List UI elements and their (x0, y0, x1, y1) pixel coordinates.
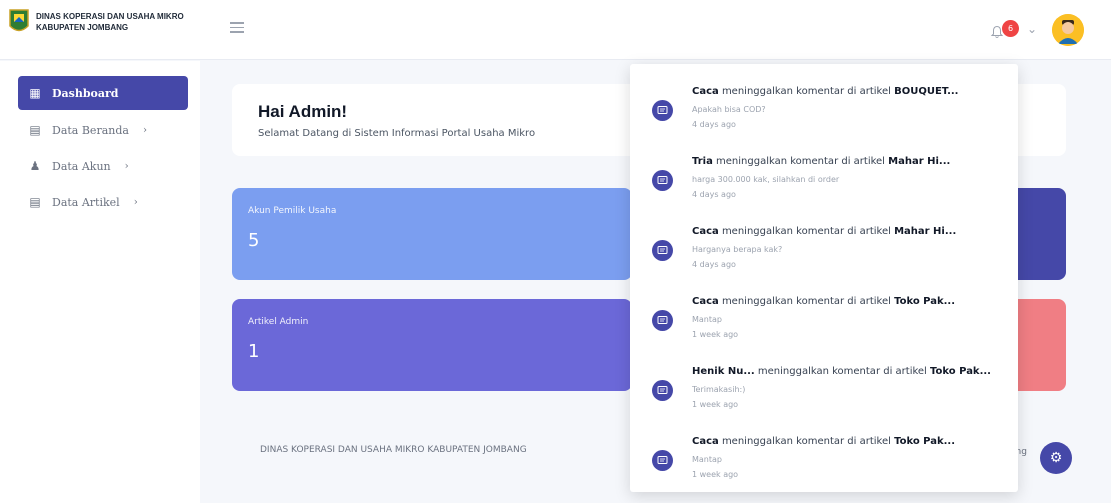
sidebar-item-data-beranda[interactable]: ▤ Data Beranda › (18, 113, 188, 147)
notification-article: Toko Pak... (930, 366, 991, 377)
sidebar-item-label: Data Artikel (52, 195, 120, 209)
sidebar-item-data-artikel[interactable]: ▤ Data Artikel › (18, 185, 188, 219)
notification-action: meninggalkan komentar di artikel (718, 226, 895, 237)
notification-action: meninggalkan komentar di artikel (718, 296, 895, 307)
sidebar-item-label: Data Beranda (52, 123, 129, 137)
welcome-subtitle: Selamat Datang di Sistem Informasi Porta… (258, 128, 536, 139)
notification-article: Mahar Hi... (894, 226, 957, 237)
notification-message: Harganya berapa kak? (692, 245, 783, 254)
comment-icon (652, 170, 673, 191)
chevron-right-icon: › (124, 160, 129, 172)
chevron-right-icon: › (142, 124, 147, 136)
notification-article: Mahar Hi... (888, 156, 951, 167)
comment-icon (652, 450, 673, 471)
notification-user: Caca (692, 86, 719, 97)
menu-toggle-icon[interactable] (230, 22, 244, 36)
notification-article: Toko Pak... (894, 296, 956, 307)
sidebar-item-dashboard[interactable]: ▦ Dashboard (18, 76, 188, 110)
notification-time: 1 week ago (692, 330, 739, 339)
notification-item[interactable]: Caca meninggalkan komentar di artikel To… (630, 282, 1018, 352)
welcome-card: Hai Admin! Selamat Datang di Sistem Info… (232, 84, 652, 156)
avatar[interactable] (1052, 14, 1084, 46)
notification-article: Toko Pak... (894, 436, 956, 447)
comment-icon (652, 310, 673, 331)
file-icon: ▤ (29, 195, 41, 209)
notification-message: Mantap (692, 455, 722, 464)
stat-card-edge (1010, 188, 1066, 280)
user-icon: ♟ (29, 159, 41, 173)
welcome-card-edge (1010, 84, 1066, 156)
notification-item[interactable]: Henik Nu... meninggalkan komentar di art… (630, 352, 1018, 422)
notification-message: Apakah bisa COD? (692, 105, 766, 114)
file-icon: ▤ (29, 123, 41, 137)
notification-user: Caca (692, 436, 719, 447)
footer: DINAS KOPERASI DAN USAHA MIKRO KABUPATEN… (232, 430, 652, 475)
chevron-right-icon: › (133, 196, 138, 208)
comment-icon (652, 100, 673, 121)
settings-button[interactable]: ⚙ (1040, 442, 1072, 474)
notification-article: BOUQUET... (894, 86, 959, 97)
grid-icon: ▦ (29, 86, 41, 100)
notification-action: meninggalkan komentar di artikel (712, 156, 889, 167)
notification-item[interactable]: Caca meninggalkan komentar di artikel Ma… (630, 212, 1018, 282)
footer-text: DINAS KOPERASI DAN USAHA MIKRO KABUPATEN… (260, 445, 527, 455)
notification-action: meninggalkan komentar di artikel (754, 366, 931, 377)
notification-user: Tria (692, 156, 713, 167)
stat-label: Akun Pemilik Usaha (248, 206, 337, 216)
chevron-down-icon[interactable]: ⌄ (1027, 22, 1037, 36)
stat-card-artikel[interactable]: Artikel Admin 1 (232, 299, 632, 391)
stat-value: 1 (248, 341, 260, 362)
notification-time: 4 days ago (692, 120, 736, 129)
notification-time: 4 days ago (692, 190, 736, 199)
notification-message: Terimakasih:) (692, 385, 746, 394)
brand-line2: KABUPATEN JOMBANG (36, 23, 129, 32)
stat-card-akun[interactable]: Akun Pemilik Usaha 5 (232, 188, 632, 280)
notification-dropdown: Caca meninggalkan komentar di artikel BO… (630, 64, 1018, 492)
brand-line1: DINAS KOPERASI DAN USAHA MIKRO (36, 12, 184, 21)
notification-action: meninggalkan komentar di artikel (718, 436, 895, 447)
comment-icon (652, 240, 673, 261)
stat-value: 5 (248, 230, 260, 251)
notification-item[interactable]: Caca meninggalkan komentar di artikel BO… (630, 72, 1018, 142)
notification-user: Caca (692, 226, 719, 237)
notification-user: Caca (692, 296, 719, 307)
brand[interactable]: DINAS KOPERASI DAN USAHA MIKRO KABUPATEN… (8, 8, 184, 36)
notification-item[interactable]: Tria meninggalkan komentar di artikel Ma… (630, 142, 1018, 212)
notification-message: harga 300.000 kak, silahkan di order (692, 175, 840, 184)
notification-message: Mantap (692, 315, 722, 324)
notification-time: 1 week ago (692, 470, 739, 479)
top-bar: DINAS KOPERASI DAN USAHA MIKRO KABUPATEN… (0, 0, 1111, 60)
comment-icon (652, 380, 673, 401)
sidebar-item-label: Data Akun (52, 159, 111, 173)
page-title: Hai Admin! (258, 102, 348, 121)
notification-time: 1 week ago (692, 400, 739, 409)
notification-time: 4 days ago (692, 260, 736, 269)
notification-badge[interactable]: 6 (1002, 20, 1019, 37)
notification-user: Henik Nu... (692, 366, 755, 377)
sidebar-item-data-akun[interactable]: ♟ Data Akun › (18, 149, 188, 183)
sidebar: ▦ Dashboard ▤ Data Beranda › ♟ Data Akun… (0, 61, 200, 503)
notification-item[interactable]: Caca meninggalkan komentar di artikel To… (630, 422, 1018, 492)
logo-icon (8, 8, 30, 36)
notification-action: meninggalkan komentar di artikel (718, 86, 895, 97)
sidebar-item-label: Dashboard (52, 86, 119, 100)
stat-card-edge (1010, 299, 1066, 391)
stat-label: Artikel Admin (248, 317, 309, 327)
